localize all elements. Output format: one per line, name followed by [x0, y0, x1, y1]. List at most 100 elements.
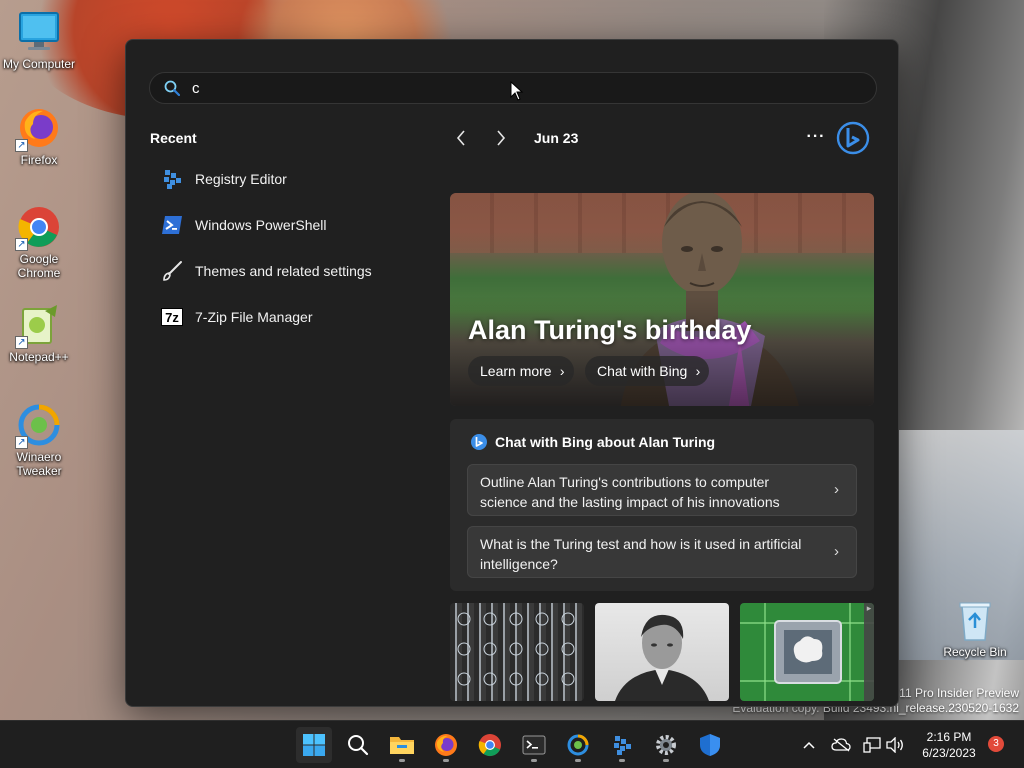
- chat-prompt-text: Outline Alan Turing's contributions to c…: [480, 474, 780, 510]
- desktop-icon-notepad-plus-plus[interactable]: ↗ Notepad++: [1, 303, 77, 364]
- desktop-icon-winaero-tweaker[interactable]: ↗ Winaero Tweaker: [1, 403, 77, 478]
- machine-image: [457, 612, 575, 686]
- search-icon: [348, 735, 369, 756]
- image-thumbnail-ai-chip[interactable]: ▸: [740, 603, 874, 701]
- taskbar-registry-editor[interactable]: [604, 727, 640, 763]
- chat-with-bing-button[interactable]: Chat with Bing ›: [585, 356, 710, 386]
- learn-more-button[interactable]: Learn more ›: [468, 356, 574, 386]
- taskbar-file-explorer[interactable]: [384, 727, 420, 763]
- settings-icon: [656, 735, 676, 755]
- network-icon: [863, 737, 881, 753]
- running-indicator: [663, 759, 669, 762]
- monitor-icon: [17, 10, 61, 54]
- recent-item-windows-powershell[interactable]: Windows PowerShell: [150, 202, 420, 248]
- running-indicator: [575, 759, 581, 762]
- chevron-right-icon: ›: [559, 363, 565, 379]
- firefox-icon: ↗: [15, 106, 61, 152]
- recent-list: Registry Editor Windows PowerShell Theme…: [150, 156, 420, 340]
- taskbar-winaero-tweaker[interactable]: [560, 727, 596, 763]
- chevron-right-icon: ›: [834, 481, 839, 498]
- desktop-icon-label: Notepad++: [9, 350, 69, 364]
- desktop-icon-label: My Computer: [2, 57, 76, 71]
- taskbar-settings[interactable]: [648, 727, 684, 763]
- recycle-bin-icon: [953, 598, 997, 642]
- hero-card[interactable]: Alan Turing's birthday Learn more › Chat…: [450, 193, 874, 406]
- highlight-date: Jun 23: [534, 130, 579, 146]
- chevron-up-icon: [803, 741, 815, 749]
- running-indicator: [531, 759, 537, 762]
- start-icon: [303, 734, 325, 756]
- more-options-button[interactable]: ···: [804, 126, 828, 150]
- running-indicator: [443, 759, 449, 762]
- firefox-icon: [435, 734, 457, 756]
- carousel-scroll-right-button[interactable]: ▸: [864, 603, 874, 701]
- chevron-right-icon: ›: [834, 543, 839, 560]
- volume-tray[interactable]: [885, 735, 905, 755]
- taskbar-terminal[interactable]: [516, 727, 552, 763]
- hero-title: Alan Turing's birthday: [468, 315, 752, 345]
- portrait-image: [615, 614, 709, 701]
- desktop-icon-firefox[interactable]: ↗ Firefox: [1, 106, 77, 167]
- desktop-icon-label: Firefox: [20, 153, 58, 167]
- recent-item-themes-settings[interactable]: Themes and related settings: [150, 248, 420, 294]
- desktop-icon-google-chrome[interactable]: ↗ Google Chrome: [1, 205, 77, 280]
- chip-image: [740, 603, 874, 701]
- image-thumbnail-portrait[interactable]: [595, 603, 729, 701]
- search-icon: [164, 80, 180, 96]
- terminal-icon: [522, 735, 546, 755]
- winaero-tweaker-icon: ↗: [15, 403, 61, 449]
- taskbar: 2:16 PM 6/23/2023 3: [0, 720, 1024, 768]
- start-search-panel: Recent Registry Editor Windows PowerShel…: [125, 39, 899, 707]
- chat-prompt-item[interactable]: Outline Alan Turing's contributions to c…: [467, 464, 857, 516]
- taskbar-firefox[interactable]: [428, 727, 464, 763]
- show-hidden-icons-button[interactable]: [799, 735, 819, 755]
- next-day-button[interactable]: [490, 127, 512, 149]
- seven-zip-icon: 7z: [160, 305, 184, 329]
- clock-date: 6/23/2023: [922, 746, 976, 760]
- winaero-tweaker-icon: [567, 734, 589, 756]
- file-explorer-icon: [390, 737, 414, 754]
- chat-prompt-item[interactable]: What is the Turing test and how is it us…: [467, 526, 857, 578]
- shortcut-arrow-icon: ↗: [15, 238, 28, 251]
- windows-security-icon: [700, 734, 720, 756]
- speaker-icon: [886, 737, 903, 753]
- cloud-offline-icon: [831, 738, 851, 752]
- chat-card-title-text: Chat with Bing about Alan Turing: [495, 434, 716, 450]
- chat-prompt-text: What is the Turing test and how is it us…: [480, 536, 802, 572]
- chat-with-bing-label: Chat with Bing: [597, 363, 688, 379]
- paintbrush-icon: [160, 259, 184, 283]
- related-images-strip: ▸: [450, 603, 874, 701]
- bing-chat-button[interactable]: [835, 120, 871, 156]
- previous-day-button[interactable]: [450, 127, 472, 149]
- bing-icon: [471, 434, 487, 450]
- desktop-icon-label: Google Chrome: [17, 252, 61, 280]
- recent-item-label: Windows PowerShell: [195, 217, 327, 233]
- notification-badge[interactable]: 3: [988, 736, 1004, 752]
- powershell-icon: [160, 213, 184, 237]
- onedrive-tray[interactable]: [831, 735, 851, 755]
- clock[interactable]: 2:16 PM 6/23/2023: [912, 729, 986, 761]
- recent-item-label: 7-Zip File Manager: [195, 309, 313, 325]
- recent-item-registry-editor[interactable]: Registry Editor: [150, 156, 420, 202]
- desktop-icon-recycle-bin[interactable]: Recycle Bin: [937, 598, 1013, 659]
- running-indicator: [399, 759, 405, 762]
- network-tray[interactable]: [862, 735, 882, 755]
- watermark-edition: s 11 Pro Insider Preview: [889, 686, 1019, 700]
- running-indicator: [619, 759, 625, 762]
- desktop-icon-my-computer[interactable]: My Computer: [1, 10, 77, 71]
- chevron-right-icon: ›: [695, 363, 701, 379]
- taskbar-chrome[interactable]: [472, 727, 508, 763]
- registry-editor-icon: [614, 736, 631, 755]
- chevron-right-icon: [497, 130, 506, 146]
- taskbar-windows-security[interactable]: [692, 727, 728, 763]
- taskbar-search-button[interactable]: [340, 727, 376, 763]
- shortcut-arrow-icon: ↗: [15, 436, 28, 449]
- start-button[interactable]: [296, 727, 332, 763]
- recent-item-7zip[interactable]: 7z 7-Zip File Manager: [150, 294, 420, 340]
- image-thumbnail-bombe-machine[interactable]: [450, 603, 584, 701]
- bing-chat-card: Chat with Bing about Alan Turing Outline…: [450, 419, 874, 591]
- desktop-icon-label: Recycle Bin: [943, 645, 1007, 659]
- registry-editor-icon: [160, 167, 184, 191]
- mouse-cursor-icon: [510, 81, 524, 101]
- bing-icon: [836, 121, 870, 155]
